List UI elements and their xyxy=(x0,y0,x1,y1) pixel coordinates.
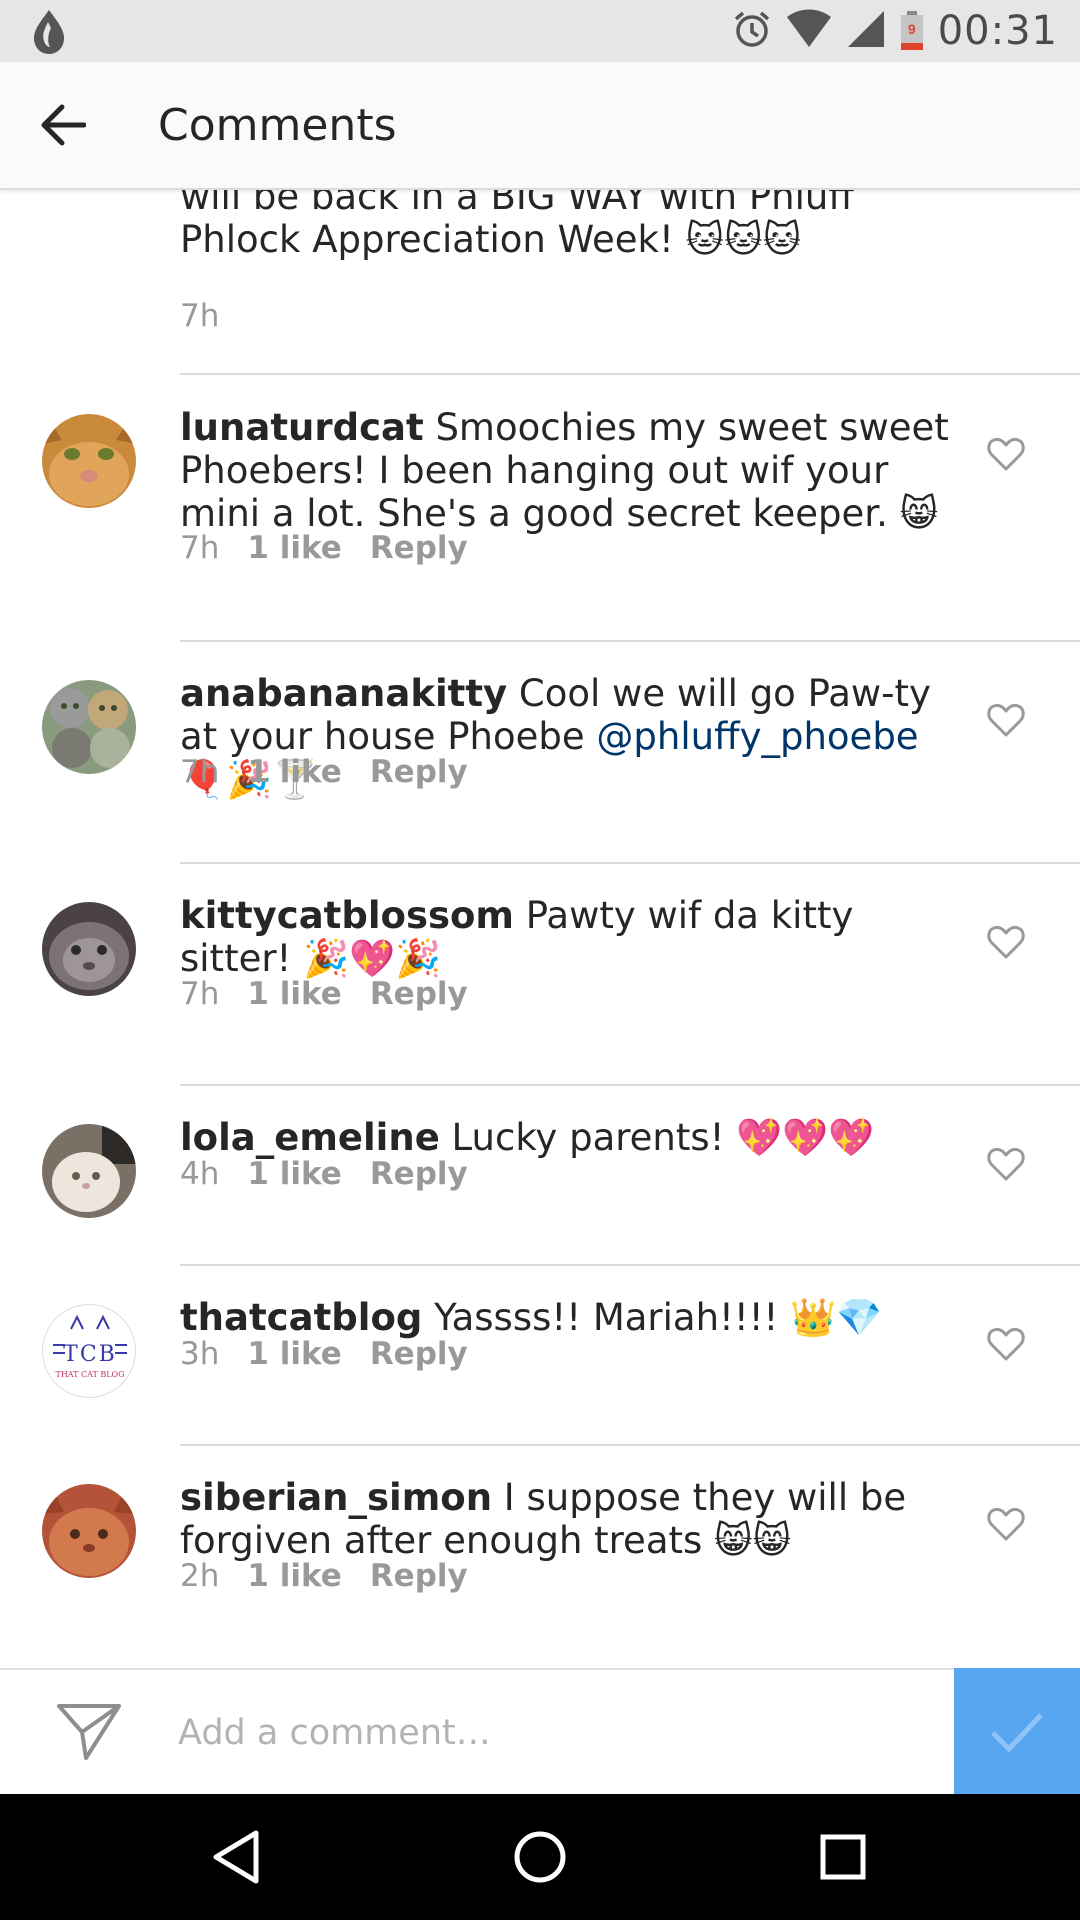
like-count[interactable]: 1 like xyxy=(247,1336,341,1372)
comment-time: 2h xyxy=(180,1558,220,1594)
comment-meta: 4h 1 like Reply xyxy=(180,1156,468,1192)
comment-username[interactable]: lunaturdcat xyxy=(180,406,424,449)
heart-icon[interactable] xyxy=(986,1504,1026,1544)
comment-body: lola_emeline Lucky parents! 💖💖💖 xyxy=(180,1116,950,1159)
comment-body: lunaturdcat Smoochies my sweet sweet Pho… xyxy=(180,406,950,535)
heart-icon[interactable] xyxy=(986,700,1026,740)
comment-item: siberian_simon I suppose they will be fo… xyxy=(0,1446,1080,1668)
send-icon[interactable] xyxy=(56,1702,122,1762)
comment-meta: 7h 1 like Reply xyxy=(180,754,468,790)
comment-text: will be back in a BIG WAY with Phluff Ph… xyxy=(180,190,854,261)
like-count[interactable]: 1 like xyxy=(247,1558,341,1594)
battery-icon: 9 xyxy=(900,11,924,51)
mention-link[interactable]: @phluffy_phoebe xyxy=(596,715,918,758)
reply-button[interactable]: Reply xyxy=(370,1336,468,1372)
nav-home-icon xyxy=(514,1831,566,1883)
signal-icon xyxy=(846,9,886,54)
comment-username[interactable]: lola_emeline xyxy=(180,1116,440,1159)
tcb-logo-caption: THAT CAT BLOG xyxy=(55,1370,124,1379)
comment-time: 3h xyxy=(180,1336,220,1372)
comment-meta: 7h 1 like Reply xyxy=(180,976,468,1012)
comment-list[interactable]: will be back in a BIG WAY with Phluff Ph… xyxy=(0,190,1080,1668)
system-nav-bar xyxy=(0,1794,1080,1920)
heart-icon[interactable] xyxy=(986,1324,1026,1364)
alarm-icon xyxy=(732,9,772,54)
tcb-logo-letters: TCB xyxy=(63,1342,117,1367)
comment-body: thatcatblog Yassss!! Mariah!!!! 👑💎 xyxy=(180,1296,950,1339)
reply-button[interactable]: Reply xyxy=(370,1156,468,1192)
battery-level: 9 xyxy=(907,21,916,37)
heart-icon[interactable] xyxy=(986,1144,1026,1184)
comment-username[interactable]: thatcatblog xyxy=(180,1296,422,1339)
comment-time: 7h xyxy=(180,298,220,334)
reply-button[interactable]: Reply xyxy=(370,754,468,790)
arrow-back-icon xyxy=(41,104,86,146)
comment-time: 4h xyxy=(180,1156,220,1192)
post-comment-button[interactable] xyxy=(954,1668,1080,1796)
comment-meta: 2h 1 like Reply xyxy=(180,1558,468,1594)
comment-username[interactable]: siberian_simon xyxy=(180,1476,492,1519)
checkmark-icon xyxy=(991,1713,1043,1753)
comment-text: Yassss!! Mariah!!!! 👑💎 xyxy=(422,1296,883,1339)
nav-recents-icon xyxy=(820,1834,866,1880)
like-count[interactable]: 1 like xyxy=(247,1156,341,1192)
comment-meta: 7h xyxy=(180,298,247,334)
comment-text: Lucky parents! 💖💖💖 xyxy=(439,1116,875,1159)
nav-back-icon xyxy=(213,1830,259,1884)
status-bar: 9 00:31 xyxy=(0,0,1080,62)
comment-item: lola_emeline Lucky parents! 💖💖💖 4h 1 lik… xyxy=(0,1086,1080,1266)
nav-recents-button[interactable] xyxy=(808,1822,878,1892)
comment-time: 7h xyxy=(180,976,220,1012)
comment-item: kittycatblossom Pawty wif da kitty sitte… xyxy=(0,864,1080,1088)
reply-button[interactable]: Reply xyxy=(370,976,468,1012)
reply-button[interactable]: Reply xyxy=(370,530,468,566)
comment-item: lunaturdcat Smoochies my sweet sweet Pho… xyxy=(0,376,1080,642)
wifi-icon xyxy=(786,9,832,54)
comment-body: kittycatblossom Pawty wif da kitty sitte… xyxy=(180,894,950,980)
nav-home-button[interactable] xyxy=(505,1822,575,1892)
page-title: Comments xyxy=(158,100,397,151)
comment-time: 7h xyxy=(180,754,220,790)
avatar[interactable]: TCB THAT CAT BLOG xyxy=(42,1304,136,1398)
like-count[interactable]: 1 like xyxy=(247,976,341,1012)
comment-item: anabananakitty Cool we will go Paw-ty at… xyxy=(0,642,1080,864)
reply-button[interactable]: Reply xyxy=(370,1558,468,1594)
nav-back-button[interactable] xyxy=(200,1822,270,1892)
status-time: 00:31 xyxy=(937,8,1058,54)
avatar[interactable] xyxy=(42,902,136,996)
back-button[interactable] xyxy=(32,94,94,156)
comment-time: 7h xyxy=(180,530,220,566)
avatar[interactable] xyxy=(42,414,136,508)
avatar[interactable] xyxy=(42,680,136,774)
heart-icon[interactable] xyxy=(986,922,1026,962)
comment-username[interactable]: anabananakitty xyxy=(180,672,507,715)
app-notification-icon xyxy=(26,8,72,56)
comment-meta: 3h 1 like Reply xyxy=(180,1336,468,1372)
comment-body: siberian_simon I suppose they will be fo… xyxy=(180,1476,950,1562)
like-count[interactable]: 1 like xyxy=(247,530,341,566)
app-bar: Comments xyxy=(0,62,1080,190)
comment-composer xyxy=(0,1668,1080,1796)
comment-input[interactable] xyxy=(178,1700,938,1766)
divider xyxy=(180,373,1080,375)
comment-username[interactable]: kittycatblossom xyxy=(180,894,514,937)
comment-item: TCB THAT CAT BLOG thatcatblog Yassss!! M… xyxy=(0,1266,1080,1446)
avatar[interactable] xyxy=(42,1484,136,1578)
avatar[interactable] xyxy=(42,1124,136,1218)
heart-icon[interactable] xyxy=(986,434,1026,474)
like-count[interactable]: 1 like xyxy=(247,754,341,790)
comment-meta: 7h 1 like Reply xyxy=(180,530,468,566)
